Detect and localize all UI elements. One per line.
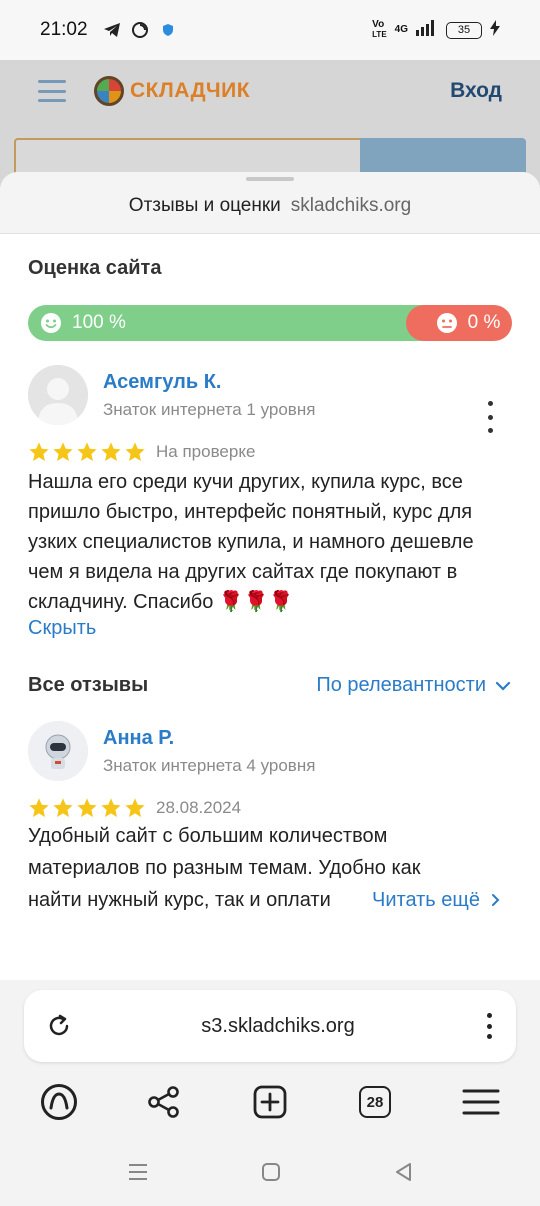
smile-icon bbox=[40, 312, 62, 334]
star-icon bbox=[101, 798, 121, 817]
status-bar: 21:02 Vo LTE 4G 35 bbox=[0, 0, 540, 60]
star-icon bbox=[77, 798, 97, 817]
avatar[interactable] bbox=[28, 721, 88, 781]
signal-icon bbox=[416, 19, 438, 41]
avatar[interactable] bbox=[28, 365, 88, 425]
rating-bar: 100 % 0 % bbox=[28, 305, 512, 341]
telegram-icon bbox=[102, 20, 122, 40]
review-text-line: материалов по разным темам. Удобно как bbox=[28, 857, 421, 879]
browser-menu-icon[interactable] bbox=[461, 1082, 501, 1122]
sheet-domain: skladchiks.org bbox=[290, 194, 412, 216]
star-icon bbox=[53, 798, 73, 817]
author-level: Знаток интернета 4 уровня bbox=[103, 755, 316, 775]
star-icon bbox=[29, 442, 49, 461]
review-text: Нашла его среди кучи других, купила курс… bbox=[28, 471, 474, 613]
site-rating-title: Оценка сайта bbox=[28, 257, 162, 279]
negative-segment: 0 % bbox=[406, 305, 512, 341]
star-icon bbox=[29, 798, 49, 817]
shield-icon bbox=[158, 20, 178, 40]
hide-link[interactable]: Скрыть bbox=[28, 617, 512, 640]
system-nav-bar bbox=[0, 1160, 540, 1190]
chevron-down-icon bbox=[495, 681, 511, 691]
browser-chrome: s3.skladchiks.org 28 bbox=[0, 980, 540, 1206]
back-icon[interactable] bbox=[392, 1160, 416, 1184]
sort-dropdown[interactable]: По релевантности bbox=[316, 674, 512, 697]
author-level: Знаток интернета 1 уровня bbox=[103, 399, 316, 419]
tabs-button[interactable]: 28 bbox=[355, 1082, 395, 1122]
reload-icon[interactable] bbox=[46, 1013, 72, 1039]
url-text[interactable]: s3.skladchiks.org bbox=[72, 1015, 484, 1038]
charging-icon bbox=[490, 19, 500, 41]
positive-percent: 100 % bbox=[72, 312, 126, 333]
network-type: 4G bbox=[394, 24, 408, 35]
review-text-line: найти нужный курс, так и оплати Читать е… bbox=[28, 885, 512, 915]
new-tab-icon[interactable] bbox=[250, 1082, 290, 1122]
moderation-status: На проверке bbox=[156, 442, 256, 461]
review-item: Анна Р. Знаток интернета 4 уровня 28.08.… bbox=[28, 721, 512, 915]
alice-icon[interactable] bbox=[39, 1082, 79, 1122]
home-icon[interactable] bbox=[259, 1160, 283, 1184]
sheet-header: Отзывы и оценки skladchiks.org bbox=[0, 172, 540, 234]
star-icon bbox=[101, 442, 121, 461]
read-more-link[interactable]: Читать ещё bbox=[372, 885, 502, 915]
star-icon bbox=[77, 442, 97, 461]
star-icon bbox=[125, 798, 145, 817]
all-reviews-header: Все отзывы По релевантности bbox=[28, 674, 512, 697]
sheet-grabber[interactable] bbox=[246, 177, 294, 181]
battery-indicator: 35 bbox=[446, 21, 482, 39]
reviews-sheet: Отзывы и оценки skladchiks.org Оценка са… bbox=[0, 172, 540, 980]
author-name[interactable]: Анна Р. bbox=[103, 727, 315, 750]
tabs-count: 28 bbox=[359, 1086, 391, 1118]
star-icon bbox=[53, 442, 73, 461]
status-time: 21:02 bbox=[40, 19, 88, 40]
rating-stars: 28.08.2024 bbox=[28, 797, 512, 819]
review-text-truncated: найти нужный курс, так и оплати bbox=[28, 889, 331, 911]
review-header: Асемгуль К. Знаток интернета 1 уровня bbox=[28, 365, 512, 425]
all-reviews-title: Все отзывы bbox=[28, 674, 149, 696]
review-header: Анна Р. Знаток интернета 4 уровня bbox=[28, 721, 512, 781]
chevron-right-icon bbox=[491, 894, 500, 906]
review-text-line: Удобный сайт с большим количеством bbox=[28, 825, 388, 847]
share-icon[interactable] bbox=[144, 1082, 184, 1122]
status-right: Vo LTE 4G 35 bbox=[372, 19, 500, 41]
volte-indicator: Vo LTE bbox=[372, 19, 387, 40]
page-menu-icon[interactable] bbox=[484, 1013, 494, 1039]
recent-apps-icon[interactable] bbox=[126, 1160, 150, 1184]
more-options-icon[interactable] bbox=[478, 401, 502, 433]
sad-icon bbox=[436, 312, 458, 334]
positive-segment: 100 % bbox=[28, 305, 424, 341]
sync-icon bbox=[130, 20, 150, 40]
featured-review: Асемгуль К. Знаток интернета 1 уровня На… bbox=[28, 365, 512, 640]
review-date: 28.08.2024 bbox=[156, 798, 242, 817]
sheet-title: Отзывы и оценки bbox=[128, 194, 281, 216]
author-name[interactable]: Асемгуль К. bbox=[103, 371, 315, 394]
address-bar[interactable]: s3.skladchiks.org bbox=[24, 990, 516, 1062]
rating-stars: На проверке bbox=[28, 441, 512, 463]
star-icon bbox=[125, 442, 145, 461]
negative-percent: 0 % bbox=[467, 312, 501, 333]
browser-toolbar: 28 bbox=[0, 1082, 540, 1128]
sort-label: По релевантности bbox=[316, 674, 486, 696]
